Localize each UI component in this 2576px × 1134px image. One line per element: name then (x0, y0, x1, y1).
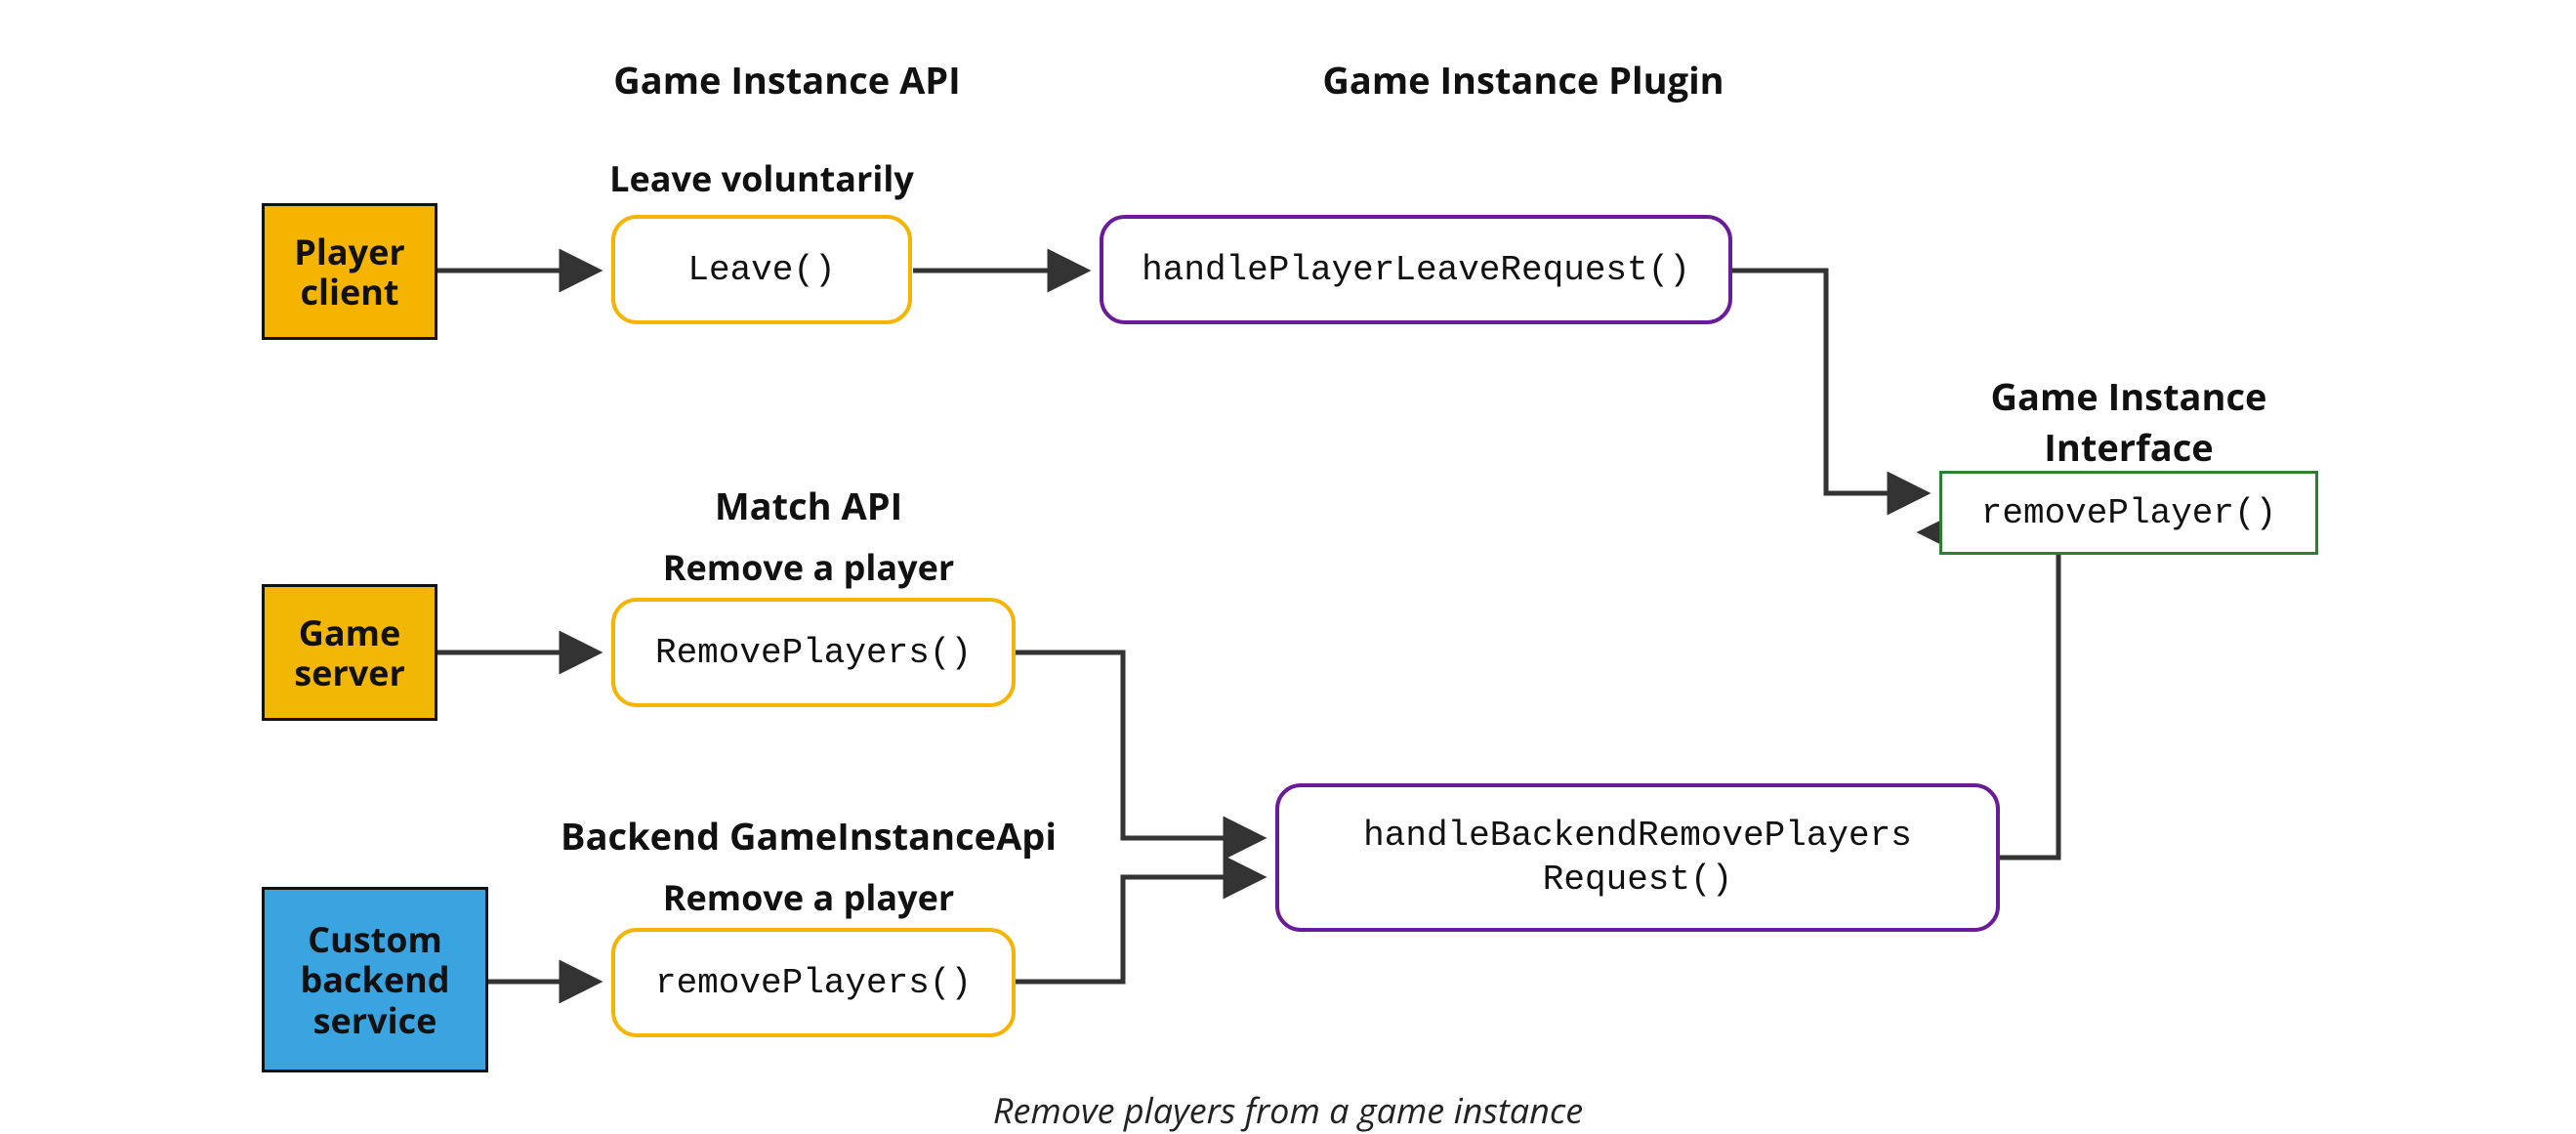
api-node-leave: Leave() (611, 215, 912, 324)
heading-game-instance-plugin: Game Instance Plugin (1322, 55, 1724, 105)
source-game-server: Game server (262, 584, 437, 721)
api-node-remove-players-camel: removePlayers() (611, 928, 1016, 1037)
heading-match-api: Match API (715, 481, 902, 531)
source-custom-backend-service: Custom backend service (262, 887, 488, 1072)
api-node-remove-players-pascal: RemovePlayers() (611, 598, 1016, 707)
heading-game-instance-interface: Game Instance Interface (1924, 371, 2334, 473)
diagram-caption: Remove players from a game instance (993, 1086, 1583, 1134)
subheading-remove-a-player-2: Remove a player (663, 873, 954, 921)
diagram-canvas: Game Instance API Game Instance Plugin M… (0, 0, 2576, 1133)
heading-backend-game-instance-api: Backend GameInstanceApi (561, 811, 1057, 861)
plugin-node-handle-player-leave-request: handlePlayerLeaveRequest() (1100, 215, 1732, 324)
plugin-node-handle-backend-remove-players-request: handleBackendRemovePlayers Request() (1275, 783, 2000, 932)
interface-node-remove-player: removePlayer() (1939, 471, 2318, 555)
subheading-remove-a-player-1: Remove a player (663, 543, 954, 591)
heading-game-instance-api: Game Instance API (613, 55, 961, 105)
subheading-leave-voluntarily: Leave voluntarily (609, 154, 914, 202)
source-player-client: Player client (262, 203, 437, 340)
